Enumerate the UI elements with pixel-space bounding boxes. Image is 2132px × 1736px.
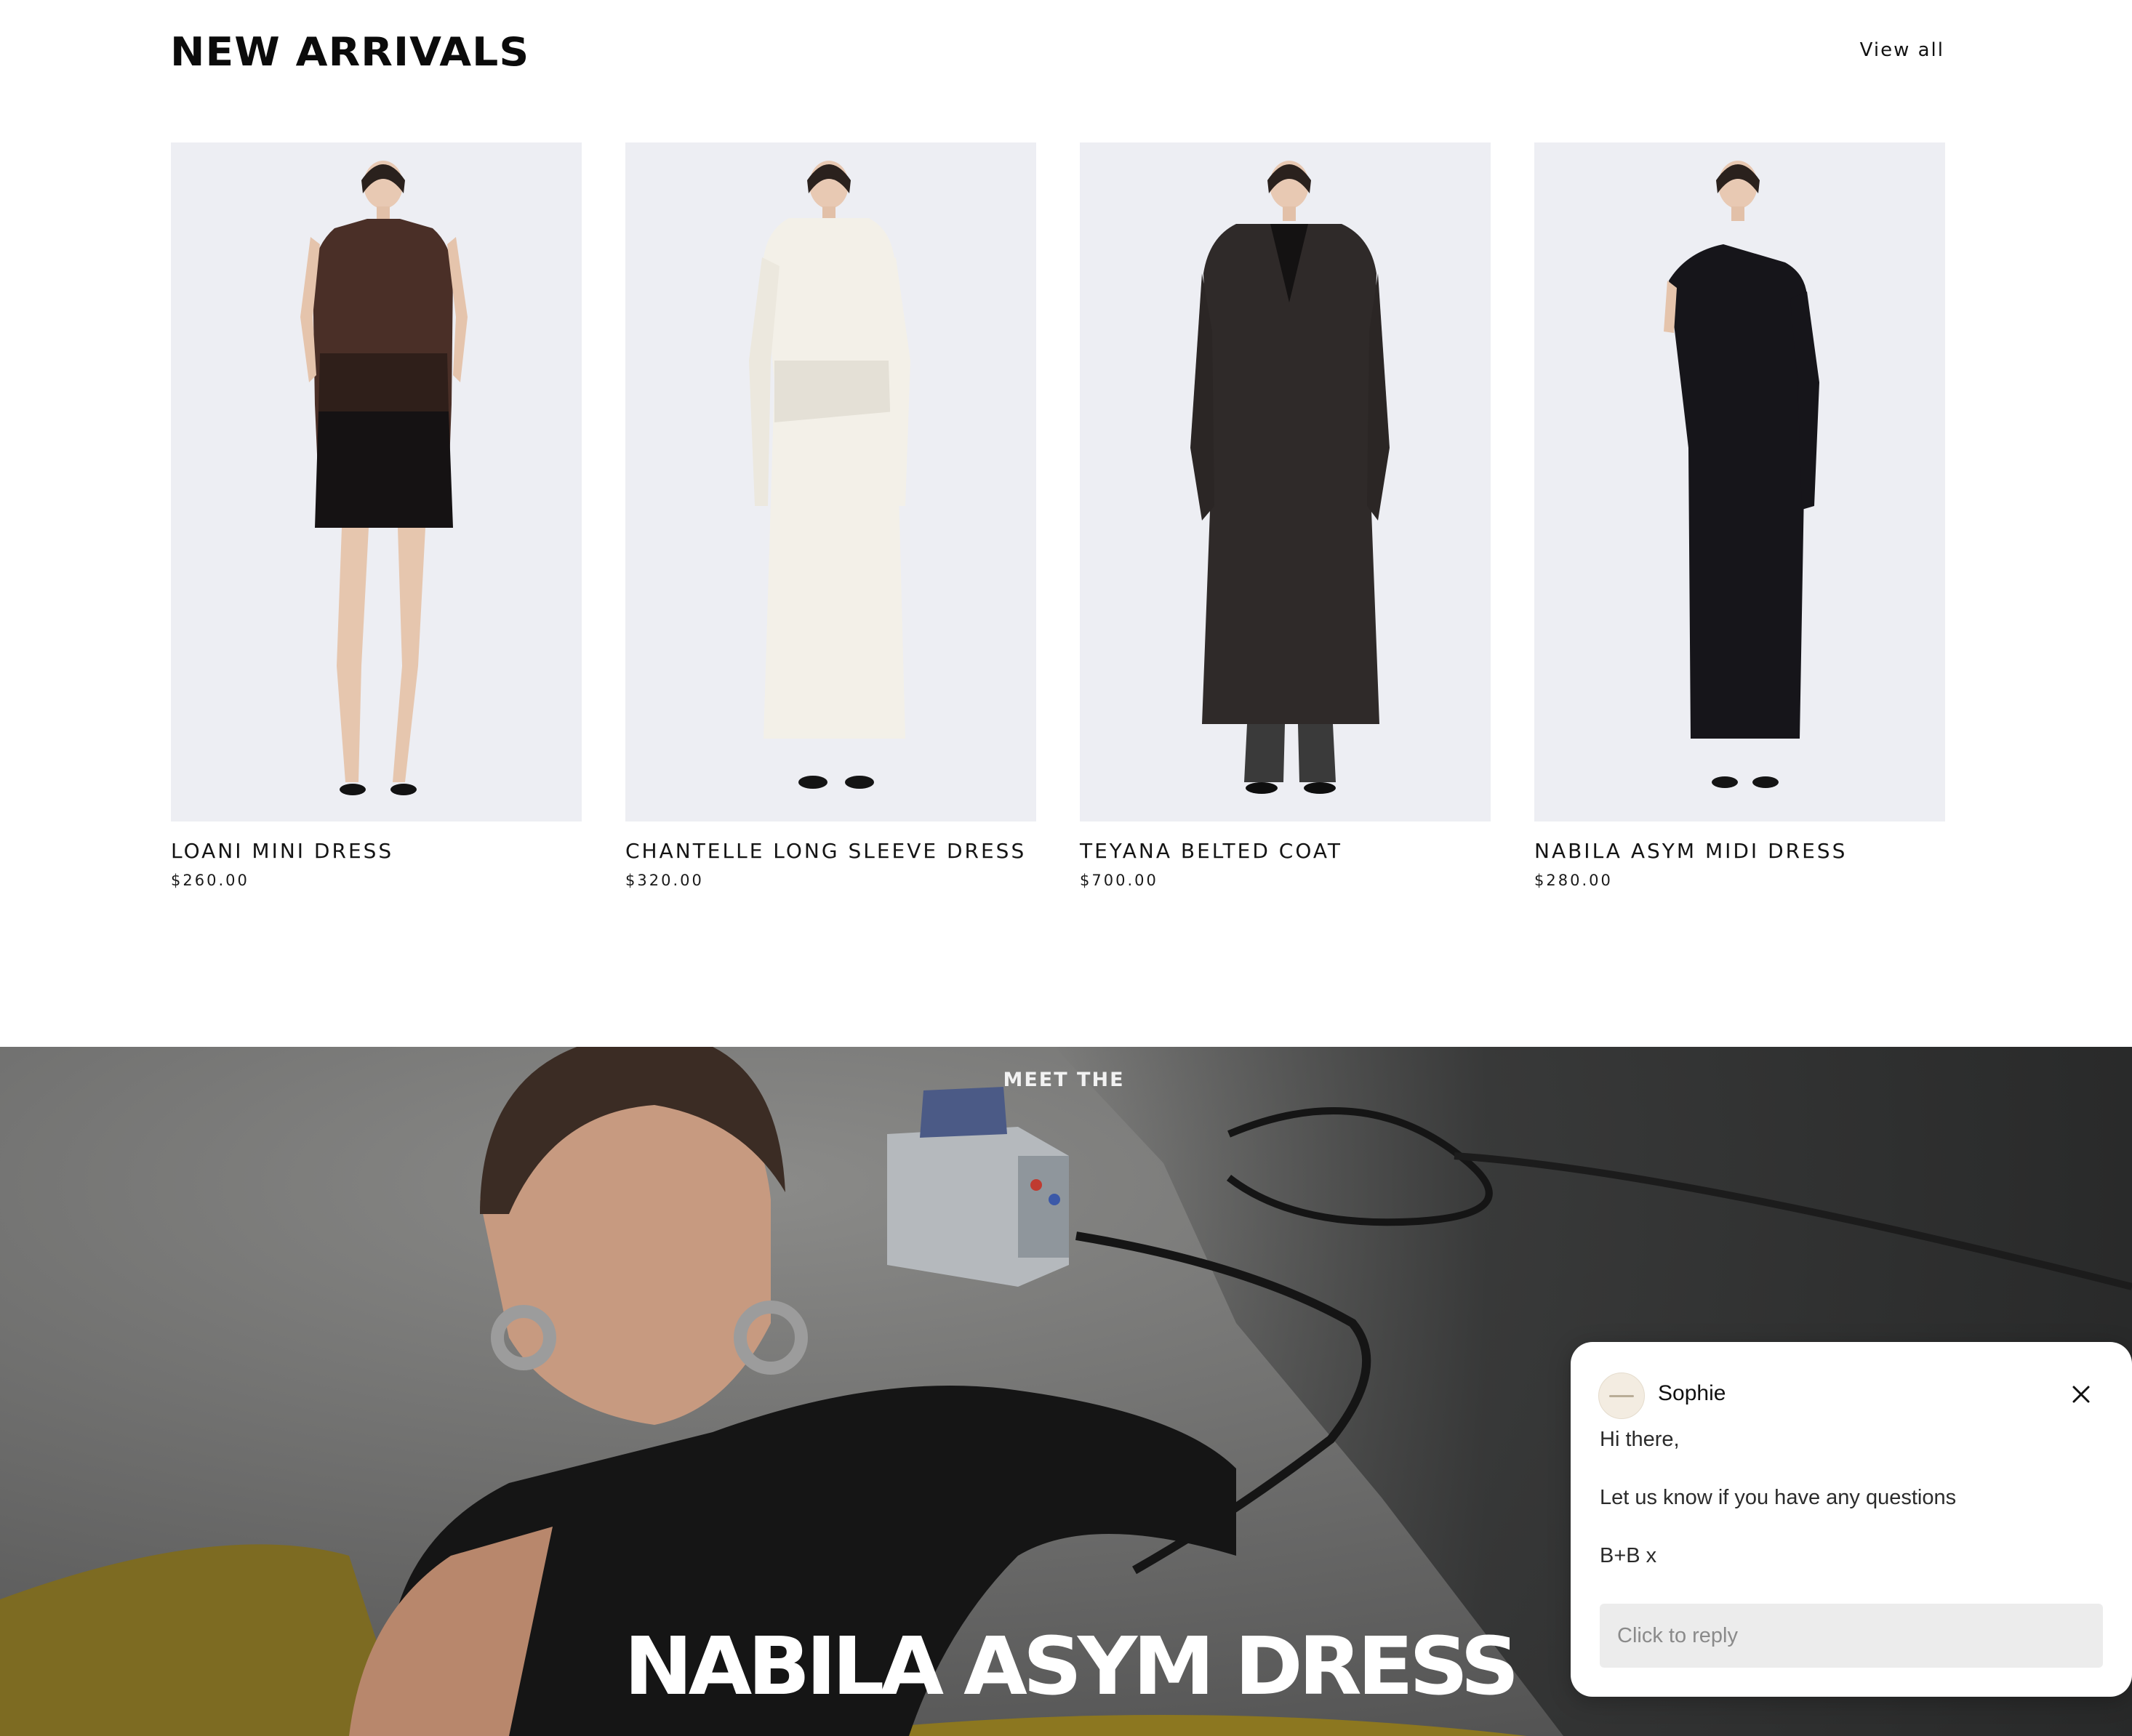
product-card[interactable]: NABILA ASYM MIDI DRESS $280.00 xyxy=(1534,142,1945,889)
model-photo-loani xyxy=(300,161,468,795)
product-name[interactable]: NABILA ASYM MIDI DRESS xyxy=(1534,839,1945,863)
model-photo-teyana xyxy=(1190,161,1390,794)
chat-popup[interactable]: Sophie Hi there, Let us know if you have… xyxy=(1571,1342,2132,1697)
model-photo-chantelle xyxy=(749,161,910,789)
product-card[interactable]: CHANTELLE LONG SLEEVE DRESS $320.00 xyxy=(625,142,1036,889)
product-image[interactable] xyxy=(1534,142,1945,821)
view-all-link[interactable]: View all xyxy=(1860,39,1944,61)
agent-avatar xyxy=(1598,1373,1645,1419)
product-price: $280.00 xyxy=(1534,872,1613,889)
chat-message: B+B x xyxy=(1600,1544,1657,1567)
product-card[interactable]: TEYANA BELTED COAT $700.00 xyxy=(1080,142,1491,889)
product-price: $260.00 xyxy=(171,872,249,889)
product-name[interactable]: TEYANA BELTED COAT xyxy=(1080,839,1491,863)
hero-kicker: MEET THE xyxy=(1003,1069,1125,1091)
avatar-logo xyxy=(1609,1394,1634,1397)
product-image[interactable] xyxy=(171,142,582,821)
product-name[interactable]: CHANTELLE LONG SLEEVE DRESS xyxy=(625,839,1036,863)
new-arrivals-section: NEW ARRIVALS View all LOANI MINI DRESS $… xyxy=(0,0,2132,1047)
chat-message: Hi there, xyxy=(1600,1428,1680,1451)
product-card[interactable]: LOANI MINI DRESS $260.00 xyxy=(171,142,582,889)
product-grid: LOANI MINI DRESS $260.00 CHANTELLE LONG … xyxy=(171,142,1945,889)
chat-message: Let us know if you have any questions xyxy=(1600,1486,1957,1509)
section-title: NEW ARRIVALS xyxy=(170,29,530,75)
hero-title[interactable]: NABILA ASYM DRESS xyxy=(624,1620,1520,1713)
model-photo-nabila xyxy=(1664,161,1819,788)
product-price: $320.00 xyxy=(625,872,704,889)
product-image[interactable] xyxy=(625,142,1036,821)
product-name[interactable]: LOANI MINI DRESS xyxy=(171,839,582,863)
close-icon[interactable] xyxy=(2065,1378,2097,1410)
agent-name: Sophie xyxy=(1658,1381,1726,1405)
product-price: $700.00 xyxy=(1080,872,1158,889)
product-image[interactable] xyxy=(1080,142,1491,821)
reply-input[interactable] xyxy=(1600,1604,2103,1668)
